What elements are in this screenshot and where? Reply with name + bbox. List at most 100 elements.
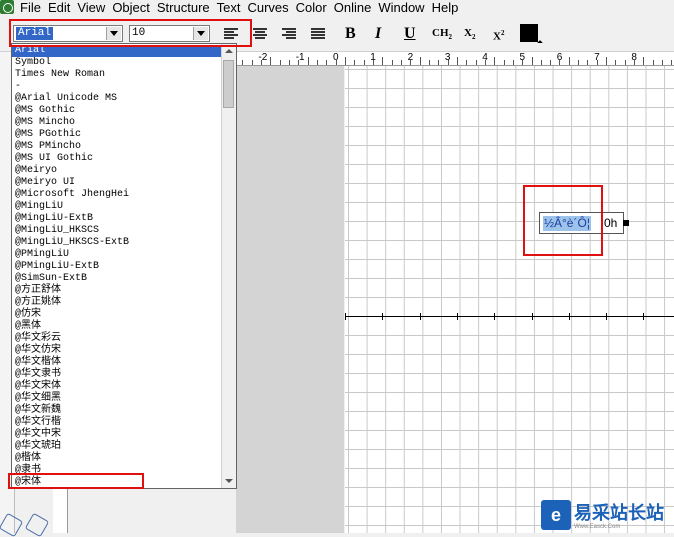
- font-list-item[interactable]: @华文琥珀: [15, 441, 61, 453]
- font-list-item[interactable]: @MingLiU-ExtB: [15, 213, 93, 225]
- font-list-item[interactable]: @MS Mincho: [15, 117, 75, 129]
- font-list-item[interactable]: @MingLiU_HKSCS: [15, 225, 99, 237]
- menu-file[interactable]: File: [20, 0, 48, 15]
- justify-icon: [311, 28, 325, 40]
- superscript-label: X: [493, 30, 501, 43]
- font-list-item[interactable]: @PMingLiU: [15, 249, 69, 261]
- font-list-item[interactable]: @仿宋: [15, 309, 41, 321]
- ruler-minor-tick: [363, 60, 365, 65]
- axis-tick: [606, 313, 607, 320]
- chemistry-sub: 2: [448, 33, 453, 42]
- scroll-down-icon[interactable]: [222, 474, 236, 488]
- font-list-item[interactable]: @MS PMincho: [15, 141, 81, 153]
- hexagon-tool-icon[interactable]: [24, 512, 50, 537]
- ruler-minor-tick: [550, 60, 552, 65]
- font-list-item[interactable]: @Arial Unicode MS: [15, 93, 117, 105]
- menu-view[interactable]: View: [77, 0, 112, 15]
- font-list-item[interactable]: @华文细黑: [15, 393, 61, 405]
- underline-button[interactable]: U: [404, 25, 416, 43]
- superscript-button[interactable]: X2: [493, 26, 504, 44]
- dropdown-scrollbar[interactable]: [221, 44, 236, 488]
- scroll-thumb[interactable]: [223, 60, 234, 108]
- font-list-item[interactable]: Symbol: [15, 57, 51, 69]
- font-list-item[interactable]: @楷体: [15, 453, 41, 465]
- ruler-minor-tick: [643, 60, 645, 65]
- font-list-item[interactable]: @华文中宋: [15, 429, 61, 441]
- font-list-item[interactable]: @华文彩云: [15, 333, 61, 345]
- axis-tick: [643, 313, 644, 320]
- font-list-item[interactable]: @华文仿宋: [15, 345, 61, 357]
- justify-button[interactable]: [308, 24, 328, 44]
- align-center-icon: [253, 28, 267, 40]
- axis-tick: [382, 313, 383, 320]
- watermark-text: 易采站长站: [574, 503, 664, 523]
- font-list-item[interactable]: Times New Roman: [15, 69, 105, 81]
- ruler-minor-tick: [522, 60, 524, 65]
- font-list-item[interactable]: @华文隶书: [15, 369, 61, 381]
- menu-window[interactable]: Window: [378, 0, 431, 15]
- font-list-item[interactable]: @SimSun-ExtB: [15, 273, 87, 285]
- font-list-item[interactable]: @方正舒体: [15, 285, 61, 297]
- font-list-item[interactable]: @Meiryo UI: [15, 177, 75, 189]
- font-dropdown-list[interactable]: @宋体 @隶书 @楷体 @华文琥珀 @华文中宋 @华文行楷 @华文新魏 @华文细黑 @华文宋体 @…: [11, 43, 237, 489]
- align-center-button[interactable]: [250, 24, 270, 44]
- menu-edit[interactable]: Edit: [48, 0, 77, 15]
- ruler-label: -2: [258, 52, 268, 63]
- ruler-minor-tick: [251, 60, 253, 65]
- font-list-item[interactable]: @PMingLiU-ExtB: [15, 261, 99, 273]
- axis-tick: [420, 313, 421, 320]
- text-color-button[interactable]: [520, 24, 538, 42]
- menu-object[interactable]: Object: [112, 0, 157, 15]
- ruler-minor-tick: [419, 60, 421, 65]
- app-icon[interactable]: [0, 0, 14, 14]
- ruler-minor-tick: [326, 60, 328, 65]
- font-list-item[interactable]: @MingLiU: [15, 201, 63, 213]
- bold-button[interactable]: B: [345, 25, 356, 43]
- ruler-minor-tick: [279, 60, 281, 65]
- ruler-minor-tick: [512, 60, 514, 65]
- font-list-item[interactable]: @方正姚体: [15, 297, 61, 309]
- highlight-text-box: [523, 185, 603, 256]
- ruler-minor-tick: [615, 60, 617, 65]
- font-list-item[interactable]: @MS Gothic: [15, 105, 75, 117]
- font-list-item[interactable]: @MS UI Gothic: [15, 153, 93, 165]
- menu-online[interactable]: Online: [334, 0, 379, 15]
- font-list-item[interactable]: @MingLiU_HKSCS-ExtB: [15, 237, 129, 249]
- ruler-minor-tick: [568, 60, 570, 65]
- ruler-label: -1: [295, 52, 305, 63]
- menu-color[interactable]: Color: [296, 0, 334, 15]
- drawing-page[interactable]: [345, 66, 674, 533]
- menu-structure[interactable]: Structure: [157, 0, 217, 15]
- ruler-minor-tick: [624, 60, 626, 65]
- ruler-minor-tick: [270, 60, 272, 65]
- font-list-item[interactable]: @Microsoft JhengHei: [15, 189, 129, 201]
- chemistry-button[interactable]: CH2: [432, 26, 452, 44]
- menu-curves[interactable]: Curves: [247, 0, 295, 15]
- menu-bar: File Edit View Object Structure Text Curves Col…: [0, 0, 674, 16]
- superscript-sup: 2: [500, 29, 505, 37]
- subscript-button[interactable]: X2: [464, 26, 475, 44]
- ruler-minor-tick: [531, 60, 533, 65]
- menu-text[interactable]: Text: [217, 0, 248, 15]
- menu-help[interactable]: Help: [432, 0, 466, 15]
- chemistry-label: CH: [432, 27, 449, 39]
- font-list-item[interactable]: @华文宋体: [15, 381, 61, 393]
- resize-handle[interactable]: [623, 220, 629, 226]
- font-list-item[interactable]: @Meiryo: [15, 165, 57, 177]
- font-list-item[interactable]: @华文楷体: [15, 357, 61, 369]
- italic-button[interactable]: I: [375, 25, 381, 43]
- ruler-minor-tick: [578, 60, 580, 65]
- ruler-minor-tick: [447, 60, 449, 65]
- ruler-minor-tick: [345, 60, 346, 65]
- font-list-item[interactable]: @黑体: [15, 321, 41, 333]
- font-list-item[interactable]: @MS PGothic: [15, 129, 81, 141]
- font-list-item[interactable]: @华文新魏: [15, 405, 61, 417]
- font-list-item[interactable]: -: [15, 81, 21, 93]
- ruler-minor-tick: [634, 60, 636, 65]
- align-right-button[interactable]: [279, 24, 299, 44]
- axis-tick: [345, 313, 346, 320]
- ruler-minor-tick: [587, 60, 589, 65]
- watermark-sub: Www.Easck.Com: [574, 524, 621, 530]
- ruler-minor-tick: [335, 60, 337, 65]
- font-list-item[interactable]: @华文行楷: [15, 417, 61, 429]
